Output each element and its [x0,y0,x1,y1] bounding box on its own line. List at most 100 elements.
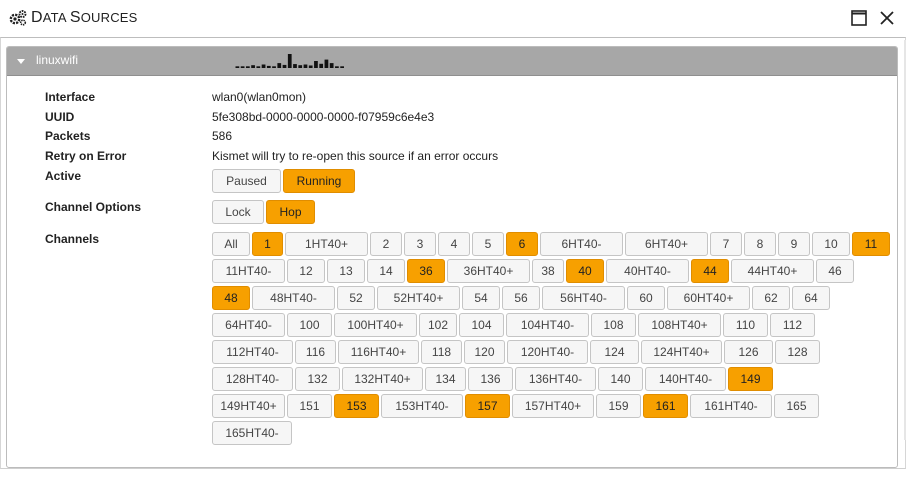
window-titlebar: Data Sources [0,0,906,36]
lock-button[interactable]: Lock [212,200,264,224]
channels-label: Channels [45,232,100,246]
channel-button-120[interactable]: 120 [464,340,505,364]
maximize-icon[interactable] [850,9,868,27]
sparkline-bar [319,63,324,68]
channel-button-4[interactable]: 4 [438,232,470,256]
channel-button-10[interactable]: 10 [812,232,850,256]
channel-button-56ht40-[interactable]: 56HT40- [542,286,625,310]
window-title: Data Sources [31,9,138,26]
channel-button-64[interactable]: 64 [792,286,830,310]
channel-button-11[interactable]: 11 [852,232,890,256]
channel-button-40[interactable]: 40 [566,259,604,283]
channel-button-6ht40-[interactable]: 6HT40+ [625,232,708,256]
channel-button-151[interactable]: 151 [287,394,332,418]
channel-button-7[interactable]: 7 [710,232,742,256]
channel-button-108[interactable]: 108 [591,313,636,337]
channel-button-126[interactable]: 126 [724,340,773,364]
channel-button-6[interactable]: 6 [506,232,538,256]
uuid-value: 5fe308bd-0000-0000-0000-f07959c6e4e3 [212,110,435,124]
uuid-label: UUID [45,110,75,124]
channel-button-140ht40-[interactable]: 140HT40- [645,367,726,391]
sparkline-bar [340,66,344,68]
channel-button-40ht40-[interactable]: 40HT40- [606,259,689,283]
channel-button-14[interactable]: 14 [367,259,405,283]
channel-button-112ht40-[interactable]: 112HT40- [212,340,293,364]
channel-button-118[interactable]: 118 [421,340,462,364]
channel-button-104[interactable]: 104 [459,313,504,337]
channel-button-165[interactable]: 165 [774,394,819,418]
channel-button-112[interactable]: 112 [770,313,815,337]
channel-button-56[interactable]: 56 [502,286,540,310]
channel-button-48ht40-[interactable]: 48HT40- [252,286,335,310]
channel-button-1[interactable]: 1 [252,232,283,256]
sparkline-bar [261,64,266,68]
channel-button-6ht40-[interactable]: 6HT40- [540,232,623,256]
channel-button-110[interactable]: 110 [723,313,768,337]
channel-button-9[interactable]: 9 [778,232,810,256]
channel-button-116ht40-[interactable]: 116HT40+ [338,340,419,364]
channel-button-62[interactable]: 62 [752,286,790,310]
channel-button-54[interactable]: 54 [462,286,500,310]
channel-button-124ht40-[interactable]: 124HT40+ [641,340,722,364]
channel-button-60[interactable]: 60 [627,286,665,310]
paused-button[interactable]: Paused [212,169,281,193]
channel-button-159[interactable]: 159 [596,394,641,418]
channel-button-120ht40-[interactable]: 120HT40- [507,340,588,364]
channel-button-44ht40-[interactable]: 44HT40+ [731,259,814,283]
channel-button-161[interactable]: 161 [643,394,688,418]
channel-button-132[interactable]: 132 [295,367,340,391]
datasource-header[interactable]: linuxwifi [7,47,897,76]
channel-button-136ht40-[interactable]: 136HT40- [515,367,596,391]
channel-button-124[interactable]: 124 [590,340,639,364]
channel-button-46[interactable]: 46 [816,259,854,283]
channel-button-1ht40-[interactable]: 1HT40+ [285,232,368,256]
retry-label: Retry on Error [45,149,127,163]
channel-button-38[interactable]: 38 [532,259,564,283]
sparkline-bar [324,59,329,68]
channel-button-157ht40-[interactable]: 157HT40+ [512,394,594,418]
channel-button-36ht40-[interactable]: 36HT40+ [447,259,530,283]
channel-button-157[interactable]: 157 [465,394,510,418]
gears-icon [9,10,27,26]
hop-button[interactable]: Hop [266,200,315,224]
channel-button-3[interactable]: 3 [404,232,436,256]
channel-button-132ht40-[interactable]: 132HT40+ [342,367,423,391]
channel-button-48[interactable]: 48 [212,286,250,310]
channel-button-149[interactable]: 149 [728,367,773,391]
channel-button-165ht40-[interactable]: 165HT40- [212,421,292,445]
sparkline-bar [282,64,287,68]
channel-button-all[interactable]: All [212,232,250,256]
channel-button-2[interactable]: 2 [370,232,402,256]
channel-button-153ht40-[interactable]: 153HT40- [381,394,463,418]
channel-button-52[interactable]: 52 [337,286,375,310]
sparkline-bar [245,66,250,68]
channel-button-128[interactable]: 128 [775,340,820,364]
channel-button-36[interactable]: 36 [407,259,445,283]
channel-button-161ht40-[interactable]: 161HT40- [690,394,772,418]
channel-button-5[interactable]: 5 [472,232,504,256]
channel-button-100ht40-[interactable]: 100HT40+ [334,313,417,337]
channel-button-12[interactable]: 12 [287,259,325,283]
channel-button-134[interactable]: 134 [425,367,466,391]
channel-button-153[interactable]: 153 [334,394,379,418]
channel-button-128ht40-[interactable]: 128HT40- [212,367,293,391]
channel-button-140[interactable]: 140 [598,367,643,391]
channel-button-60ht40-[interactable]: 60HT40+ [667,286,750,310]
channel-button-100[interactable]: 100 [287,313,332,337]
channel-button-102[interactable]: 102 [419,313,457,337]
channel-button-104ht40-[interactable]: 104HT40- [506,313,589,337]
channel-button-44[interactable]: 44 [691,259,729,283]
sparkline-bar [335,66,339,68]
channel-button-108ht40-[interactable]: 108HT40+ [638,313,721,337]
channel-button-11ht40-[interactable]: 11HT40- [212,259,285,283]
channel-button-64ht40-[interactable]: 64HT40- [212,313,285,337]
close-icon[interactable] [878,9,896,27]
channel-button-116[interactable]: 116 [295,340,336,364]
channel-button-136[interactable]: 136 [468,367,513,391]
channel-button-13[interactable]: 13 [327,259,365,283]
channel-button-149ht40-[interactable]: 149HT40+ [212,394,285,418]
running-button[interactable]: Running [283,169,355,193]
interface-value: wlan0(wlan0mon) [212,90,307,104]
channel-button-52ht40-[interactable]: 52HT40+ [377,286,460,310]
channel-button-8[interactable]: 8 [744,232,776,256]
